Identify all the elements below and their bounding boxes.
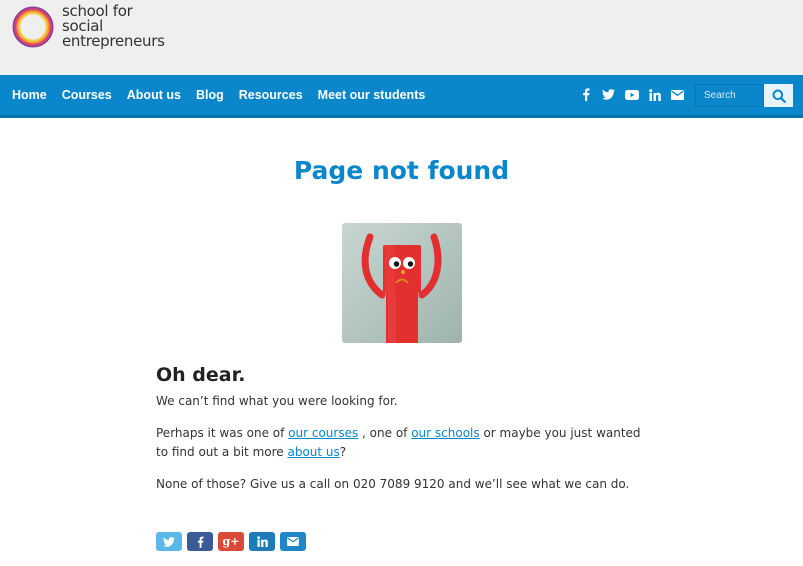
our-courses-link[interactable]: our courses — [288, 426, 358, 440]
logo-line-3: entrepreneurs — [62, 32, 165, 50]
page-title: Page not found — [293, 156, 510, 185]
linkedin-icon[interactable] — [647, 87, 662, 102]
site-header: school for social entrepreneurs — [0, 0, 803, 75]
share-twitter-button[interactable] — [156, 532, 182, 551]
twitter-icon[interactable] — [601, 87, 616, 102]
facebook-icon[interactable] — [578, 87, 593, 102]
share-facebook-button[interactable] — [187, 532, 213, 551]
suggestion-text-4: ? — [339, 445, 347, 459]
social-links — [578, 87, 693, 102]
site-logo[interactable]: school for social entrepreneurs — [12, 4, 165, 49]
sad-robot-image — [342, 223, 462, 343]
main-navbar: Home Courses About us Blog Resources Mee… — [0, 75, 803, 118]
youtube-icon[interactable] — [624, 87, 639, 102]
sad-robot-illustration — [342, 223, 462, 343]
suggestion-paragraph: Perhaps it was one of our courses , one … — [156, 424, 646, 462]
email-icon[interactable] — [670, 87, 685, 102]
logo-rings-icon — [12, 6, 54, 48]
nav-about-us[interactable]: About us — [127, 88, 181, 102]
error-heading: Oh dear. — [156, 364, 246, 386]
share-buttons: g+ — [156, 532, 311, 551]
about-us-link[interactable]: about us — [287, 445, 339, 459]
suggestion-text-2: , one of — [358, 426, 412, 440]
primary-nav: Home Courses About us Blog Resources Mee… — [12, 75, 440, 115]
twitter-icon — [163, 536, 175, 547]
logo-wordmark: school for social entrepreneurs — [62, 4, 165, 49]
share-email-button[interactable] — [280, 532, 306, 551]
google-plus-icon: g+ — [222, 535, 240, 548]
suggestion-text-1: Perhaps it was one of — [156, 426, 289, 440]
search-icon — [772, 89, 786, 103]
search-button[interactable] — [764, 84, 793, 107]
nav-resources[interactable]: Resources — [239, 88, 303, 102]
share-linkedin-button[interactable] — [249, 532, 275, 551]
share-google-plus-button[interactable]: g+ — [218, 532, 244, 551]
search-input[interactable] — [695, 84, 764, 107]
linkedin-icon — [256, 536, 268, 547]
facebook-icon — [197, 536, 204, 548]
nav-blog[interactable]: Blog — [196, 88, 224, 102]
error-message: We can’t find what you were looking for. — [156, 394, 398, 408]
email-icon — [287, 537, 299, 546]
nav-home[interactable]: Home — [12, 88, 47, 102]
nav-meet-our-students[interactable]: Meet our students — [318, 88, 426, 102]
search-box — [695, 84, 793, 107]
our-schools-link[interactable]: our schools — [411, 426, 479, 440]
nav-courses[interactable]: Courses — [62, 88, 112, 102]
contact-paragraph: None of those? Give us a call on 020 708… — [156, 477, 630, 491]
